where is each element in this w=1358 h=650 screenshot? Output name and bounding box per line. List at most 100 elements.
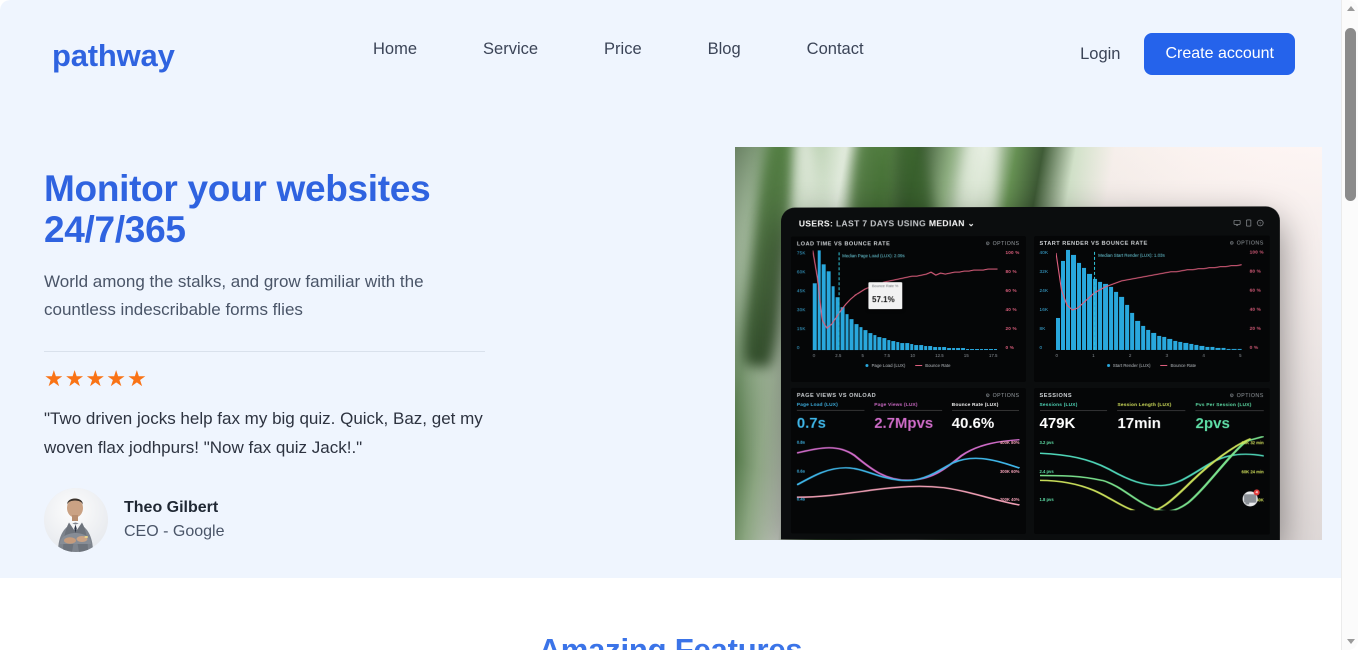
mini-ticks-left: 0.8s 0.6s 0.4s <box>797 440 805 502</box>
legend-label: Bounce Rate <box>1170 362 1197 368</box>
metric-value: 479K <box>1039 415 1076 433</box>
metric-value: 0.7s <box>796 414 826 432</box>
metric-session-length: Session Length (LUX) 17min <box>1117 403 1186 434</box>
vertical-scrollbar[interactable] <box>1341 0 1358 650</box>
y-tick: 60 % <box>1249 287 1261 293</box>
tooltip-value: 57.1% <box>872 295 895 305</box>
legend-item: Bounce Rate <box>915 363 951 369</box>
y-tick: 8K <box>1039 325 1046 331</box>
nav-item-home[interactable]: Home <box>340 37 450 61</box>
nav-item-blog[interactable]: Blog <box>675 37 774 61</box>
x-tick: 10 <box>910 353 916 359</box>
author-meta: Theo Gilbert CEO - Google <box>124 498 224 542</box>
brand-logo[interactable]: pathway <box>52 38 175 74</box>
metric-value: 2.7Mpvs <box>874 414 934 432</box>
features-section: Amazing Features <box>0 578 1341 650</box>
plot-area: Median Start Render (LUX): 1.03s <box>1055 250 1242 350</box>
author-role: CEO - Google <box>124 523 225 540</box>
options-button[interactable]: ⚙ OPTIONS <box>986 393 1020 399</box>
testimonial-author: Theo Gilbert CEO - Google <box>44 488 514 552</box>
panel-header: START RENDER VS BOUNCE RATE ⚙ OPTIONS <box>1039 241 1263 247</box>
y-axis-ticks-left: 40K 32K 24K 16K 8K 0 <box>1039 250 1048 350</box>
mini-tick: 200K 40% <box>999 496 1020 502</box>
rating-stars: ★ ★ ★ ★ ★ <box>44 368 514 390</box>
dashboard-topbar: USERS: LAST 7 DAYS USING MEDIAN ⌄ ? <box>791 214 1270 232</box>
metric-label: Bounce Rate (LUX) <box>951 402 1020 411</box>
legend-item: Start Render (LUX) <box>1106 363 1151 368</box>
panel-title: START RENDER VS BOUNCE RATE <box>1039 240 1148 247</box>
tablet-icon[interactable] <box>1246 219 1252 226</box>
nav-item-contact[interactable]: Contact <box>774 37 897 61</box>
options-button[interactable]: ⚙ OPTIONS <box>986 241 1020 247</box>
x-tick: 2.5 <box>835 353 842 359</box>
legend-dash-icon <box>915 365 923 367</box>
y-tick: 40 % <box>1005 307 1017 313</box>
hero-dashboard-image: USERS: LAST 7 DAYS USING MEDIAN ⌄ ? LOAD… <box>735 147 1322 540</box>
chart-start-render: 40K 32K 24K 16K 8K 0 100 % 80 % 60 % 40 … <box>1039 250 1263 368</box>
author-name: Theo Gilbert <box>124 499 219 516</box>
chart-legend: Start Render (LUX) Bounce Rate <box>1039 363 1263 368</box>
options-button[interactable]: ⚙ OPTIONS <box>1230 393 1264 399</box>
metric-page-load: Page Load (LUX) 0.7s <box>796 402 865 434</box>
median-marker-line <box>838 252 840 351</box>
panel-page-views-vs-onload: PAGE VIEWS VS ONLOAD ⚙ OPTIONS Page Load… <box>790 387 1026 534</box>
y-tick: 40 % <box>1249 306 1261 312</box>
help-icon[interactable]: ? <box>1257 219 1264 226</box>
legend-label: Page Load (LUX) <box>871 363 906 369</box>
scrollbar-thumb[interactable] <box>1345 28 1356 201</box>
y-tick: 45K <box>796 288 806 294</box>
chevron-down-icon[interactable]: ⌄ <box>968 218 976 228</box>
hero-title-line-1: Monitor your websites <box>44 168 431 209</box>
navbar-actions: Login Create account <box>1080 33 1295 75</box>
hero-section: pathway Home Service Price Blog Contact … <box>0 0 1341 578</box>
legend-item: Page Load (LUX) <box>865 363 906 369</box>
mini-tick: 0.6s <box>796 468 805 474</box>
chat-widget-button[interactable]: 4 <box>1242 489 1260 507</box>
nav-item-price[interactable]: Price <box>571 37 675 61</box>
options-button[interactable]: ⚙ OPTIONS <box>1230 241 1264 247</box>
metric-value: 2pvs <box>1195 415 1230 433</box>
metric-label: Session Length (LUX) <box>1117 403 1186 412</box>
y-tick: 60K <box>796 269 806 275</box>
testimonial-quote: "Two driven jocks help fax my big quiz. … <box>44 409 483 457</box>
login-link[interactable]: Login <box>1080 42 1120 66</box>
metric-label: Sessions (LUX) <box>1039 403 1108 412</box>
laptop-screen: USERS: LAST 7 DAYS USING MEDIAN ⌄ ? LOAD… <box>780 206 1280 540</box>
dashboard-title-metric[interactable]: MEDIAN <box>929 218 965 228</box>
metric-label: Page Views (LUX) <box>874 402 942 411</box>
mini-chart-sessions: 60K 32 min 60K 24 min 40K 3.2 pvs 2.4 pv… <box>1039 436 1264 510</box>
monitor-icon[interactable] <box>1234 220 1241 227</box>
nav-links: Home Service Price Blog Contact <box>340 37 897 61</box>
panel-header: PAGE VIEWS VS ONLOAD ⚙ OPTIONS <box>797 393 1020 399</box>
create-account-button[interactable]: Create account <box>1144 33 1295 75</box>
scroll-up-arrow-icon[interactable] <box>1342 0 1358 17</box>
star-icon: ★ <box>64 366 85 391</box>
panel-load-time-vs-bounce-rate: LOAD TIME VS BOUNCE RATE ⚙ OPTIONS 75K 6… <box>790 236 1026 382</box>
mini-tick: 60K 24 min <box>1241 468 1264 474</box>
y-tick: 80 % <box>1249 268 1261 274</box>
y-tick: 24K <box>1039 287 1049 293</box>
star-icon: ★ <box>126 366 147 391</box>
mini-ticks-left: 3.2 pvs 2.4 pvs 1.8 pvs <box>1039 440 1053 502</box>
dashboard-title: USERS: LAST 7 DAYS USING MEDIAN ⌄ <box>799 218 975 229</box>
panel-title: PAGE VIEWS VS ONLOAD <box>796 392 877 399</box>
panel-header: LOAD TIME VS BOUNCE RATE ⚙ OPTIONS <box>797 241 1020 247</box>
y-tick: 15K <box>796 326 806 332</box>
y-tick: 0 % <box>1005 345 1015 351</box>
panel-header: SESSIONS ⚙ OPTIONS <box>1039 393 1263 399</box>
metric-bounce-rate: Bounce Rate (LUX) 40.6% <box>951 402 1020 434</box>
svg-text:?: ? <box>1259 221 1261 225</box>
scroll-down-arrow-icon[interactable] <box>1342 633 1358 650</box>
x-tick: 15 <box>963 353 969 359</box>
metrics-row: Sessions (LUX) 479K Session Length (LUX)… <box>1039 403 1264 434</box>
mini-line-chart <box>1039 436 1263 510</box>
star-icon: ★ <box>85 366 106 391</box>
legend-label: Bounce Rate <box>925 363 951 369</box>
mini-tick: 1.8 pvs <box>1039 497 1054 503</box>
y-tick: 100 % <box>1005 250 1020 256</box>
y-tick: 16K <box>1039 306 1049 312</box>
star-icon: ★ <box>44 366 64 391</box>
median-label: Median Start Render (LUX): 1.03s <box>1098 252 1165 258</box>
nav-item-service[interactable]: Service <box>450 37 571 61</box>
mini-tick: 0.4s <box>796 496 805 502</box>
